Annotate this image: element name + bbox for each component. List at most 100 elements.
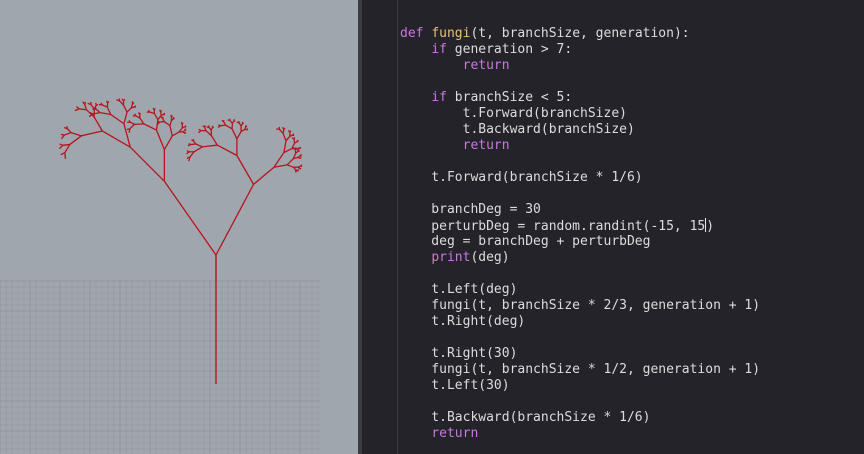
code-line[interactable]: t.Forward(branchSize)	[400, 106, 760, 122]
tree-branch	[216, 144, 238, 157]
tree-branch	[129, 146, 165, 182]
code-editor[interactable]: ... ​def fungi(t, branchSize, generation…	[362, 0, 864, 454]
tree-branch	[155, 129, 165, 150]
code-line[interactable]: t.Backward(branchSize * 1/6)	[400, 410, 760, 426]
code-line[interactable]: deg = branchDeg + perturbDeg	[400, 234, 760, 250]
tree-branch	[95, 108, 101, 114]
code-text[interactable]: ... ​def fungi(t, branchSize, generation…	[400, 0, 760, 442]
tree-branch	[188, 143, 192, 146]
code-line[interactable]: fungi(t, branchSize * 1/2, generation + …	[400, 362, 760, 378]
code-token: return	[431, 426, 479, 441]
code-token: fungi(t, branchSize * 2/3, generation + …	[400, 298, 761, 313]
code-line[interactable]: ​	[400, 330, 760, 346]
code-line[interactable]: t.Backward(branchSize)	[400, 122, 760, 138]
tree-branch	[139, 112, 141, 115]
tree-branch	[253, 166, 275, 185]
code-token: t.Right(30)	[400, 346, 518, 361]
tree-branch	[215, 184, 255, 256]
tree-branch	[220, 124, 226, 127]
tree-branch	[107, 101, 110, 104]
viewport-canvas	[0, 98, 320, 454]
tree-branch	[299, 168, 301, 170]
tree-branch	[79, 108, 87, 111]
tree-branch	[59, 143, 64, 146]
code-token: t.Left(deg)	[400, 282, 518, 297]
code-line[interactable]: return	[400, 58, 760, 74]
3d-viewport[interactable]	[0, 0, 358, 454]
tree-branch	[126, 107, 132, 113]
code-line[interactable]: branchDeg = 30	[400, 202, 760, 218]
code-line[interactable]: ​	[400, 10, 760, 26]
code-line[interactable]: def fungi(t, branchSize, generation):	[400, 26, 760, 42]
code-line[interactable]: return	[400, 138, 760, 154]
tree-branch	[169, 125, 173, 137]
tree-branch	[160, 110, 163, 113]
tree-branch	[64, 144, 71, 153]
tree-branch	[189, 151, 195, 158]
tree-branch	[143, 123, 157, 131]
code-line[interactable]: ​	[400, 154, 760, 170]
tree-branch	[60, 151, 66, 156]
tree-branch	[163, 121, 171, 127]
code-token: t.Right(deg)	[400, 314, 526, 329]
tree-branch	[282, 129, 285, 134]
tree-branch	[171, 131, 180, 137]
code-token: return	[462, 138, 510, 153]
code-line[interactable]: ​	[400, 266, 760, 282]
tree-branch	[202, 144, 218, 148]
tree-branch	[285, 135, 291, 142]
code-token: (t, branchSize, generation):	[470, 26, 690, 41]
tree-branch	[289, 130, 292, 133]
code-line[interactable]: t.Right(deg)	[400, 314, 760, 330]
tree-branch	[93, 116, 103, 132]
tree-branch	[60, 133, 65, 136]
code-line[interactable]: t.Left(deg)	[400, 282, 760, 298]
tree-branch	[169, 120, 173, 126]
tree-branch	[64, 152, 67, 159]
tree-branch	[163, 135, 173, 150]
code-line[interactable]: ​	[400, 186, 760, 202]
code-line[interactable]: print(deg)	[400, 250, 760, 266]
code-line[interactable]: t.Left(30)	[400, 378, 760, 394]
tree-branch	[236, 155, 255, 185]
code-token: fungi	[431, 26, 471, 41]
tree-branch	[94, 106, 97, 110]
tree-branch	[282, 133, 287, 142]
code-line[interactable]: t.Forward(branchSize * 1/6)	[400, 170, 760, 186]
tree-branch	[102, 104, 108, 108]
code-line[interactable]: t.Right(30)	[400, 346, 760, 362]
code-token: return	[462, 58, 510, 73]
tree-branch	[297, 166, 301, 169]
code-line[interactable]: if generation > 7:	[400, 42, 760, 58]
tree-branch	[231, 120, 235, 124]
tree-branch	[299, 157, 302, 160]
tree-branch	[64, 132, 72, 136]
code-line[interactable]: fungi(t, branchSize * 2/3, generation + …	[400, 298, 760, 314]
tree-branch	[131, 106, 135, 109]
code-line[interactable]: ​	[400, 74, 760, 90]
code-line[interactable]: perturbDeg = random.randint(-15, 15)	[400, 218, 760, 234]
code-token: t.Backward(branchSize * 1/6)	[400, 410, 651, 425]
tree-branch	[223, 121, 227, 126]
tree-branch	[69, 135, 82, 145]
tree-branch	[218, 124, 221, 127]
tree-branch	[192, 140, 197, 145]
tree-branch	[182, 126, 186, 129]
code-token: t.Forward(branchSize * 1/6)	[400, 170, 643, 185]
tree-branch	[195, 143, 203, 148]
tree-branch	[297, 156, 301, 159]
tree-branch	[246, 128, 248, 131]
ground-grid	[0, 280, 320, 454]
code-line[interactable]: return	[400, 426, 760, 442]
tree-branch	[157, 120, 160, 123]
tree-branch	[242, 122, 244, 125]
tree-branch	[90, 104, 95, 110]
tree-branch	[283, 140, 287, 153]
code-token: def	[400, 26, 432, 41]
code-line[interactable]: if branchSize < 5:	[400, 90, 760, 106]
code-line[interactable]: ​	[400, 394, 760, 410]
